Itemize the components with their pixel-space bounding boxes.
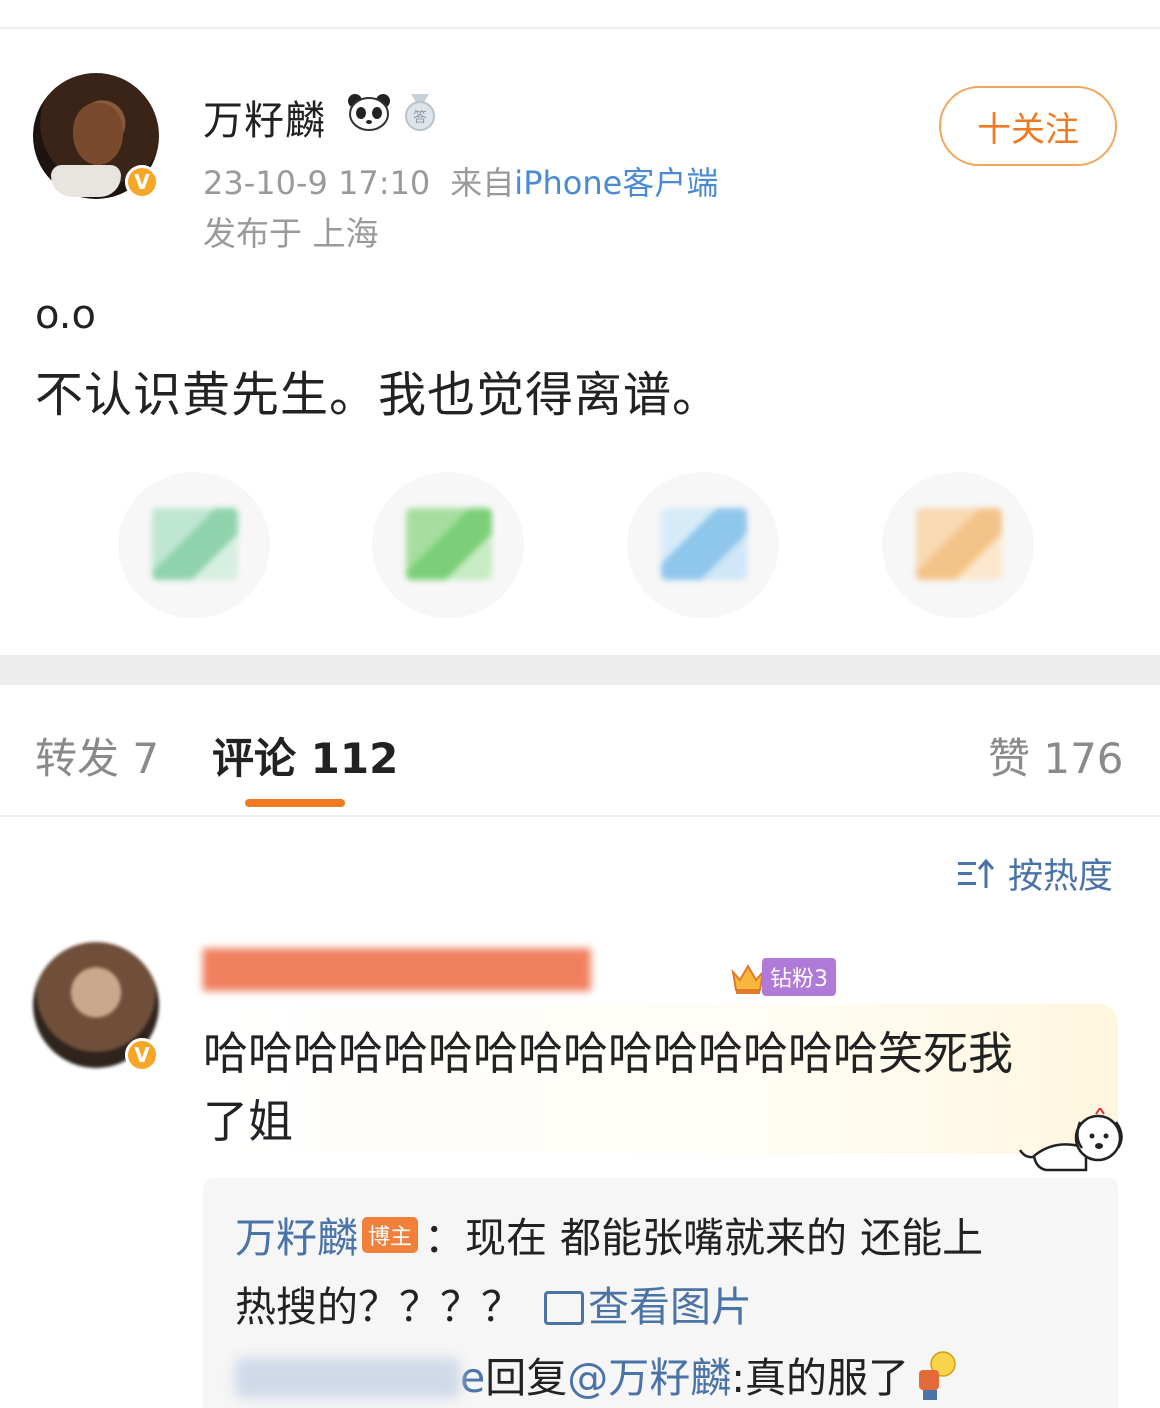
commenter-avatar-badge-wrap: V — [33, 942, 159, 1072]
reply-1-text-cont: 热搜的？？？？ — [235, 1283, 522, 1331]
reply-2[interactable]: e回复@万籽麟:真的服了 — [235, 1344, 961, 1404]
medal-icon: 答 — [405, 94, 435, 131]
svg-text:答: 答 — [413, 109, 427, 126]
moments-icon[interactable] — [372, 472, 524, 618]
post-text-line2: 不认识黄先生。我也觉得离谱。 — [35, 367, 722, 423]
reply-1[interactable]: 万籽麟 博主 ：现在 都能张嘴就来的 还能上 — [235, 1204, 983, 1264]
view-image-link[interactable]: 查看图片 — [544, 1283, 752, 1331]
author-name[interactable]: 万籽麟 — [203, 88, 326, 146]
verified-icon: V — [125, 165, 159, 199]
reply-1-cont: 热搜的？？？？ 查看图片 — [235, 1273, 752, 1333]
host-badge: 博主 — [362, 1217, 419, 1253]
post-text-line1: o.o — [35, 292, 96, 338]
follow-button[interactable]: 十关注 — [939, 86, 1117, 166]
tabs-divider — [0, 815, 1160, 817]
active-tab-indicator — [245, 799, 345, 807]
wechat-icon[interactable] — [118, 472, 270, 618]
fan-badge: 钻粉3 — [730, 958, 836, 996]
avatar-collar — [51, 165, 121, 197]
section-divider — [0, 655, 1160, 685]
sort-label: 按热度 — [1008, 857, 1114, 897]
comment-text-line1: 哈哈哈哈哈哈哈哈哈哈哈哈哈哈哈笑死我 — [203, 1027, 1014, 1080]
reply-2-author-blurred[interactable] — [235, 1358, 460, 1398]
crown-icon — [731, 963, 765, 994]
sort-icon — [958, 858, 995, 888]
tab-likes[interactable]: 赞 176 — [988, 725, 1124, 786]
tab-reposts[interactable]: 转发 7 — [35, 725, 159, 786]
author-avatar[interactable]: V — [33, 73, 159, 199]
fan-badge-label: 钻粉3 — [762, 958, 836, 996]
weibo-share-icon[interactable] — [882, 472, 1034, 618]
commenter-name-blurred[interactable]: ██████████████ — [203, 950, 591, 991]
reply-2-mention[interactable]: @万籽麟 — [567, 1354, 731, 1402]
reply-author[interactable]: 万籽麟 — [235, 1214, 358, 1262]
post-source-client[interactable]: iPhone客户端 — [514, 164, 718, 202]
tab-comments[interactable]: 评论 112 — [212, 725, 398, 786]
verified-icon: V — [125, 1038, 159, 1072]
post-time: 23-10-9 17:10 — [203, 164, 431, 202]
sort-button[interactable]: 按热度 — [958, 848, 1113, 899]
reply-1-text: ：现在 都能张嘴就来的 还能上 — [424, 1214, 984, 1262]
reply-2-text: :真的服了 — [731, 1354, 910, 1402]
top-divider — [0, 27, 1160, 29]
qq-icon[interactable] — [627, 472, 779, 618]
avatar-face — [73, 103, 123, 165]
post-meta: 23-10-9 17:10 来自iPhone客户端 — [203, 158, 718, 204]
dog-sticker-icon — [1018, 1108, 1123, 1172]
post-location: 发布于 上海 — [203, 214, 379, 253]
reply-2-author-tail[interactable]: e — [460, 1354, 485, 1402]
reply-2-reply-word: 回复 — [485, 1354, 568, 1402]
panda-icon — [348, 94, 390, 131]
comment-text-line2: 了姐 — [203, 1095, 294, 1148]
view-image-label: 查看图片 — [588, 1283, 752, 1331]
lightbulb-emoji-icon — [919, 1351, 956, 1400]
image-icon — [544, 1291, 584, 1325]
post-source-prefix: 来自 — [450, 164, 515, 202]
